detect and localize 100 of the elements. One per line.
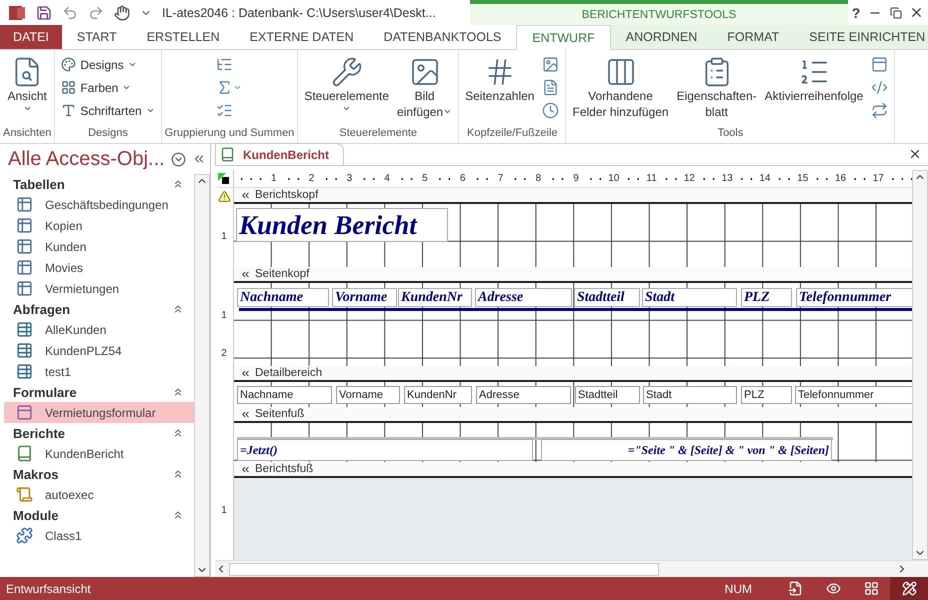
ribbon-tab[interactable]: ENTWURF (516, 25, 611, 50)
arrows-icon (871, 102, 888, 119)
scrollbar[interactable] (912, 170, 928, 560)
group-label: Ansichten (3, 127, 52, 141)
text-field[interactable]: Telefonnummer (795, 386, 912, 404)
field-label[interactable]: Telefonnummer (796, 288, 912, 307)
text-field[interactable]: Adresse (476, 386, 571, 404)
section-icon (240, 368, 251, 378)
nav-item[interactable]: Vermietungsformular (4, 402, 194, 423)
nav-item[interactable]: autoexec (4, 484, 194, 505)
nav-group-header[interactable]: Tabellen (4, 174, 194, 194)
text-field[interactable]: Stadt (643, 386, 737, 404)
text-field[interactable]: Nachname (237, 386, 332, 404)
nav-group-header[interactable]: Module (4, 505, 194, 525)
nav-item[interactable]: Kunden (4, 236, 194, 257)
document-tab[interactable]: KundenBericht (215, 143, 344, 165)
text-field[interactable]: PLZ (741, 386, 792, 404)
section-header[interactable]: Seitenfuß (234, 407, 912, 423)
context-tab-header: BERICHTENTWURFSTOOLS (470, 0, 848, 25)
nav-group-header[interactable]: Berichte (4, 423, 194, 443)
restore-icon[interactable] (890, 6, 902, 18)
nav-item[interactable]: Movies (4, 257, 194, 278)
color-grid-icon (61, 80, 76, 95)
report-view-icon (788, 581, 802, 596)
nav-group-header[interactable]: Abfragen (4, 299, 194, 319)
group-label: Gruppierung und Summen (164, 127, 294, 141)
touch-icon[interactable] (114, 4, 130, 20)
nav-group-header[interactable]: Makros (4, 464, 194, 484)
field-label[interactable]: Vorname (332, 288, 397, 307)
report-title[interactable]: Kunden Bericht (236, 208, 448, 242)
num-lock-indicator: NUM (724, 582, 752, 596)
save-icon[interactable] (36, 4, 52, 20)
collapse-icon[interactable] (172, 509, 184, 521)
horizontal-scrollbar[interactable] (215, 560, 928, 577)
app-logo (8, 4, 26, 22)
field-label[interactable]: Nachname (237, 288, 329, 307)
nav-pane-title[interactable]: Alle Access-Obj... (8, 148, 165, 170)
dropdown-icon[interactable] (170, 152, 186, 166)
ribbon-button[interactable]: Vorhandene Felder hinzufügen (569, 54, 672, 122)
help-button[interactable]: ? (852, 4, 860, 20)
expression-field[interactable]: ="Seite " & [Seite] & " von " & [Seiten] (541, 439, 832, 461)
ribbon-button[interactable]: Schriftarten (58, 100, 158, 121)
text-field[interactable]: Stadtteil (575, 386, 640, 404)
expression-field[interactable]: =Jetzt() (237, 439, 533, 461)
nav-item[interactable]: Geschäftsbedingungen (4, 194, 194, 215)
ribbon-tab[interactable]: SEITE EINRICHTEN (794, 25, 928, 49)
ribbon-button[interactable]: Steuerelemente (301, 54, 392, 115)
collapse-icon[interactable] (172, 178, 184, 190)
nav-item[interactable]: KundenPLZ54 (4, 340, 194, 361)
ribbon-tab[interactable]: DATEI (0, 25, 62, 49)
group-label: Kopfzeile/Fußzeile (466, 127, 559, 141)
nav-item[interactable]: test1 (4, 361, 194, 382)
ribbon-button[interactable]: Bild einfügen (394, 54, 456, 122)
collapse-icon[interactable] (172, 303, 184, 315)
section-icon (240, 464, 251, 474)
ribbon-tab[interactable]: FORMAT (712, 25, 794, 49)
group-title: Tabellen (13, 176, 65, 192)
ribbon-button[interactable]: Seitenzahlen (462, 54, 538, 106)
nav-item[interactable]: Vermietungen (4, 278, 194, 299)
ribbon-button[interactable]: Ansicht (4, 54, 50, 115)
field-label[interactable]: KundenNr (398, 288, 472, 307)
nav-item[interactable]: AlleKunden (4, 319, 194, 340)
ribbon-button[interactable]: Eigenschaften- blatt (674, 54, 760, 122)
ribbon-button[interactable]: Farben (58, 77, 158, 98)
table-icon (16, 280, 33, 297)
nav-item[interactable]: KundenBericht (4, 443, 194, 464)
group-title: Makros (13, 466, 59, 482)
group-title: Formulare (13, 384, 77, 400)
section-header[interactable]: Berichtsfuß (234, 462, 912, 478)
text-field[interactable]: KundenNr (404, 386, 472, 404)
warning-icon[interactable] (218, 190, 230, 202)
view-button[interactable] (890, 577, 928, 600)
query-icon (16, 342, 33, 359)
nav-group-header[interactable]: Formulare (4, 382, 194, 402)
select-report-icon[interactable] (218, 172, 230, 184)
code-icon (871, 79, 888, 96)
collapse-icon[interactable] (172, 427, 184, 439)
field-label[interactable]: PLZ (741, 288, 792, 307)
redo-icon[interactable] (88, 4, 104, 20)
field-label[interactable]: Stadtteil (574, 288, 640, 307)
text-field[interactable]: Vorname (336, 386, 400, 404)
form-icon (16, 404, 33, 421)
section-header[interactable]: Berichtskopf (234, 188, 912, 204)
status-text: Entwurfsansicht (6, 582, 92, 596)
undo-icon[interactable] (62, 4, 78, 20)
group-label: Steuerelemente (338, 127, 418, 141)
field-label[interactable]: Adresse (475, 288, 572, 307)
collapse-icon[interactable] (172, 468, 184, 480)
section-header[interactable]: Seitenkopf (234, 267, 912, 283)
tree-list-icon (216, 56, 234, 73)
ribbon-button[interactable]: Designs (58, 54, 158, 75)
nav-item[interactable]: Kopien (4, 215, 194, 236)
nav-item[interactable]: Class1 (4, 525, 194, 546)
field-label[interactable]: Stadt (642, 288, 737, 307)
section-header[interactable]: Detailbereich (234, 366, 912, 382)
scrollbar[interactable] (194, 174, 210, 577)
close-icon[interactable] (908, 147, 922, 161)
ribbon-tab[interactable]: ANORDNEN (610, 25, 712, 49)
collapse-icon[interactable] (172, 386, 184, 398)
ribbon-button[interactable]: Aktivierreihenfolge (762, 54, 866, 106)
